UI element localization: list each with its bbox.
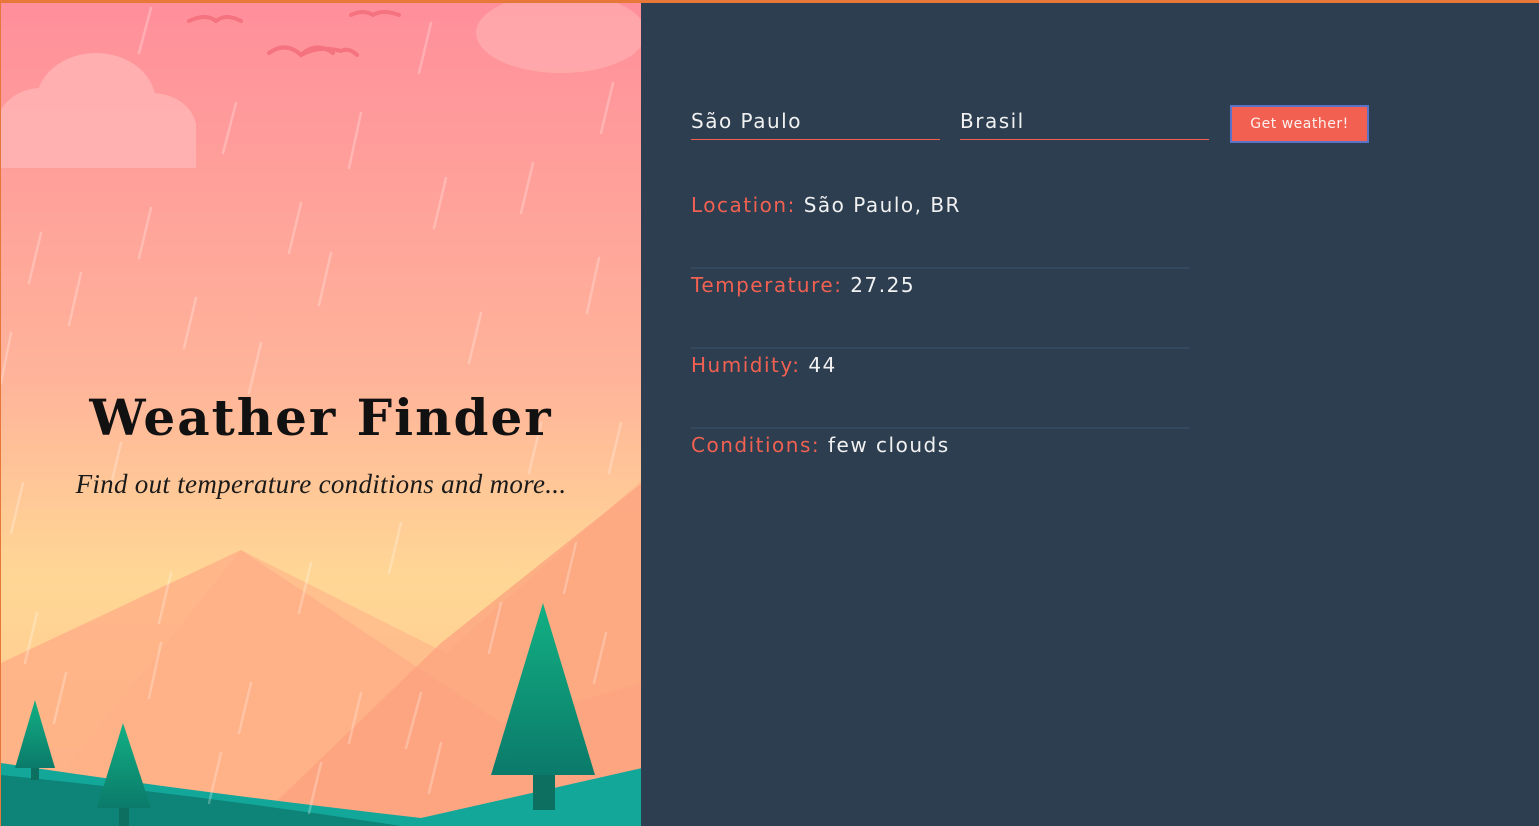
get-weather-button[interactable]: Get weather! xyxy=(1230,105,1369,143)
weather-results: Location: São Paulo, BR Temperature: 27.… xyxy=(691,189,1190,509)
country-input[interactable] xyxy=(960,102,1209,140)
location-row: Location: São Paulo, BR xyxy=(691,189,1190,269)
location-label: Location: xyxy=(691,193,804,217)
page-title: Weather Finder xyxy=(89,388,553,447)
hero-heading-group: Weather Finder Find out temperature cond… xyxy=(1,388,641,500)
conditions-label: Conditions: xyxy=(691,433,828,457)
conditions-row: Conditions: few clouds xyxy=(691,429,1190,509)
temperature-value: 27.25 xyxy=(850,273,916,297)
app-window: Weather Finder Find out temperature cond… xyxy=(0,0,1539,826)
temperature-row: Temperature: 27.25 xyxy=(691,269,1190,349)
temperature-label: Temperature: xyxy=(691,273,851,297)
humidity-label: Humidity: xyxy=(691,353,809,377)
page-subtitle: Find out temperature conditions and more… xyxy=(75,469,567,499)
location-value: São Paulo, BR xyxy=(803,193,961,217)
hero-panel: Weather Finder Find out temperature cond… xyxy=(0,3,641,826)
humidity-value: 44 xyxy=(808,353,837,377)
city-input[interactable] xyxy=(691,102,940,140)
humidity-row: Humidity: 44 xyxy=(691,349,1190,429)
conditions-value: few clouds xyxy=(827,433,950,457)
weather-panel: Get weather! Location: São Paulo, BR Tem… xyxy=(641,3,1539,826)
weather-form: Get weather! xyxy=(691,102,1369,143)
